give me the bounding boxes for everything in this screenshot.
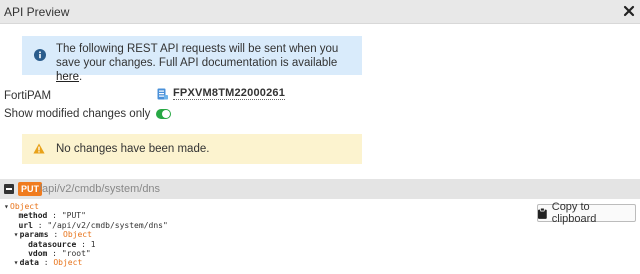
- clipboard-icon: [538, 207, 547, 219]
- copy-button-label: Copy to clipboard: [551, 201, 597, 225]
- modified-only-label: Show modified changes only: [4, 108, 151, 120]
- tree-row: method : "PUT": [18, 211, 86, 221]
- tree-value: 1: [90, 239, 96, 249]
- tree-type: Object: [63, 230, 92, 240]
- device-name: FPXVM8TM22000261: [173, 87, 286, 100]
- request-tree: ▾Object method : "PUT" url : "/api/v2/cm…: [4, 202, 168, 268]
- tree-value: "PUT": [61, 211, 86, 221]
- tree-row: ▾params : Object: [13, 230, 92, 240]
- warning-alert: No changes have been made.: [22, 134, 362, 164]
- info-alert: The following REST API requests will be …: [22, 36, 362, 83]
- tree-key: vdom: [28, 249, 48, 259]
- tree-key: datasource: [28, 239, 77, 249]
- dialog-header: API Preview: [0, 0, 640, 24]
- tree-row: datasource : 1: [28, 239, 96, 249]
- warning-icon: [33, 143, 45, 154]
- modified-only-toggle[interactable]: [156, 109, 172, 119]
- tree-type: Object: [53, 258, 83, 268]
- dialog-title: API Preview: [4, 5, 70, 19]
- request-path: /api/v2/cmdb/system/dns: [39, 183, 161, 195]
- collapse-icon[interactable]: [4, 184, 14, 194]
- info-icon: [34, 49, 46, 61]
- info-message: The following REST API requests will be …: [56, 42, 356, 84]
- tree-value: "root": [61, 249, 91, 259]
- tree-key: url: [18, 220, 33, 230]
- tree-row: vdom : "root": [28, 249, 91, 259]
- tree-root: ▾Object: [4, 202, 168, 211]
- copy-to-clipboard-button[interactable]: Copy to clipboard: [537, 201, 636, 225]
- tree-row: ▾data : Object: [13, 258, 83, 268]
- tree-root-type: Object: [10, 202, 39, 211]
- tree-key: method: [18, 211, 48, 221]
- modified-only-row: Show modified changes only: [4, 108, 172, 120]
- device-label: FortiPAM: [4, 90, 52, 102]
- tree-key: params: [19, 230, 49, 240]
- documentation-link[interactable]: here: [56, 71, 79, 83]
- device-info[interactable]: FPXVM8TM22000261: [157, 87, 286, 100]
- device-icon: [157, 88, 168, 99]
- info-suffix: .: [79, 71, 83, 83]
- warning-message: No changes have been made.: [56, 143, 210, 155]
- info-text: The following REST API requests will be …: [56, 43, 339, 69]
- request-header: PUT /api/v2/cmdb/system/dns: [0, 179, 640, 199]
- tree-key: data: [19, 258, 39, 268]
- tree-value: "/api/v2/cmdb/system/dns": [47, 220, 168, 230]
- close-icon[interactable]: [622, 4, 636, 18]
- tree-row: url : "/api/v2/cmdb/system/dns": [18, 220, 168, 230]
